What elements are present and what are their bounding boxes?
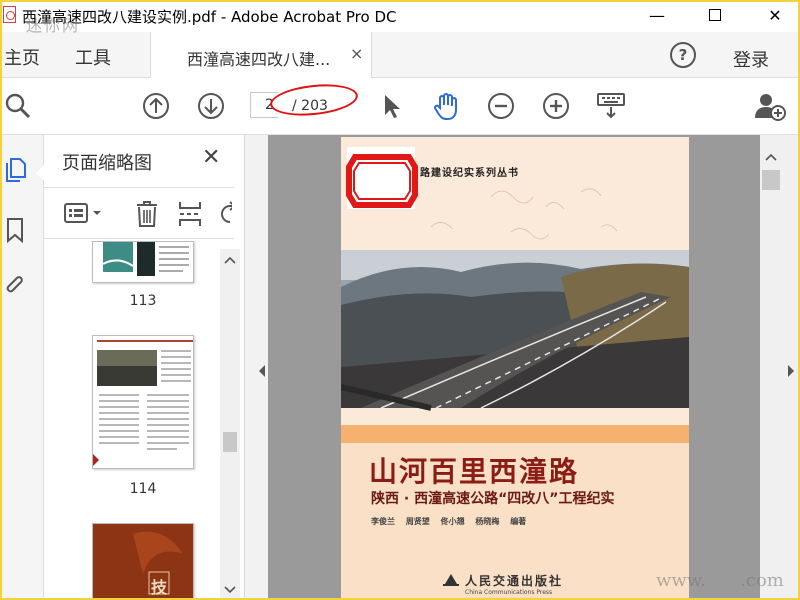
keyboard-tool-button[interactable] xyxy=(595,90,627,122)
thumbnail-image xyxy=(102,242,189,276)
add-user-button[interactable] xyxy=(754,90,786,122)
thumbnail-text: 技 xyxy=(151,578,168,597)
title-bar: 西潼高速四改八建设实例.pdf - Adobe Acrobat Pro DC —… xyxy=(0,0,800,32)
extract-pages-icon xyxy=(179,202,201,226)
thumbnail-options-button[interactable] xyxy=(64,200,104,226)
search-icon xyxy=(5,93,31,119)
publisher-name: 人民交通出版社 xyxy=(465,574,564,588)
previous-page-button[interactable] xyxy=(140,90,172,122)
login-button[interactable]: 登录 xyxy=(733,46,769,72)
hand-tool-button[interactable] xyxy=(430,90,462,122)
trash-icon xyxy=(137,201,157,227)
tab-document-label: 西潼高速四改八建... xyxy=(187,50,331,69)
maximize-icon xyxy=(709,9,721,21)
thumbnail-panel: 页面缩略图 ✕ 113 114 技 xyxy=(44,135,244,600)
arrow-up-circle-icon xyxy=(143,93,169,119)
add-user-icon xyxy=(755,94,786,121)
hand-icon xyxy=(434,93,457,120)
panel-splitter[interactable] xyxy=(244,135,268,600)
watermark-text: www. .com xyxy=(656,570,784,591)
scroll-up-icon[interactable] xyxy=(220,253,240,267)
cursor-arrow-icon xyxy=(385,95,400,118)
author-role: 编著 xyxy=(510,517,527,526)
thumbnail-image xyxy=(93,340,193,466)
scroll-up-icon[interactable] xyxy=(762,150,780,164)
pdf-page[interactable]: 路建设纪实系列丛书 山河百里西潼路 陕西 · 西潼高速公路“四改八”工程纪实 李… xyxy=(341,137,689,600)
author-name: 周贤望 xyxy=(405,517,430,526)
tab-document[interactable]: 西潼高速四改八建... × xyxy=(150,32,372,79)
rotate-icon xyxy=(221,201,232,223)
rail-selection-caret xyxy=(36,165,44,181)
panel-title: 页面缩略图 xyxy=(62,153,152,174)
publisher-name-en: China Communications Press xyxy=(465,589,553,596)
page-thumbnail-115[interactable]: 技 xyxy=(92,523,194,600)
cover-subtitle: 陕西 · 西潼高速公路“四改八”工程纪实 xyxy=(371,491,615,507)
search-button[interactable] xyxy=(2,90,34,122)
page-thumbnail-113[interactable] xyxy=(92,241,194,283)
rotate-page-button[interactable] xyxy=(218,200,232,226)
thumbnail-scrollbar[interactable] xyxy=(220,249,240,600)
scroll-down-icon[interactable] xyxy=(220,583,240,597)
keyboard-icon xyxy=(597,93,625,119)
cover-authors: 李俊兰 周贤望 佟小翘 杨晓梅 编著 xyxy=(371,516,526,527)
document-scrollbar[interactable] xyxy=(762,148,780,600)
tab-close-icon[interactable]: × xyxy=(350,44,363,63)
tab-bar: 主页 工具 西潼高速四改八建... × ? 登录 xyxy=(0,32,800,79)
panel-close-icon[interactable]: ✕ xyxy=(202,145,220,170)
extract-page-button[interactable] xyxy=(178,200,202,226)
panel-toolbar xyxy=(44,187,234,239)
attachments-tab[interactable] xyxy=(4,273,26,297)
author-name: 杨晓梅 xyxy=(475,517,500,526)
minimize-button[interactable]: — xyxy=(634,0,680,30)
zoom-out-icon xyxy=(488,93,514,119)
thumbnail-scrollbar-thumb[interactable] xyxy=(223,432,237,452)
thumbnail-label: 114 xyxy=(129,481,157,497)
close-window-button[interactable]: ✕ xyxy=(752,0,798,30)
page-thumbnails-tab[interactable] xyxy=(4,157,26,182)
expand-right-icon[interactable] xyxy=(784,361,800,381)
thumbnail-image xyxy=(93,524,193,600)
page-thumbnail-114[interactable] xyxy=(92,335,194,469)
delete-page-button[interactable] xyxy=(135,200,159,227)
zoom-in-icon xyxy=(543,93,569,119)
next-page-button[interactable] xyxy=(195,90,227,122)
bookmark-icon xyxy=(7,218,23,244)
author-name: 李俊兰 xyxy=(371,517,395,526)
zoom-in-button[interactable] xyxy=(540,90,572,122)
thumbnail-list: 113 114 技 xyxy=(44,241,220,600)
red-stamp-seal xyxy=(346,154,418,208)
left-rail xyxy=(0,135,44,600)
tab-home[interactable]: 主页 xyxy=(4,44,40,70)
help-icon[interactable]: ? xyxy=(670,42,696,68)
cover-series: 路建设纪实系列丛书 xyxy=(420,168,519,179)
document-scrollbar-thumb[interactable] xyxy=(762,170,780,190)
maximize-button[interactable] xyxy=(692,0,738,30)
select-tool-button[interactable] xyxy=(375,90,407,122)
acrobat-app-icon xyxy=(3,6,16,23)
pages-icon xyxy=(6,158,26,182)
toolbar: 2 / 203 xyxy=(0,78,800,135)
paperclip-icon xyxy=(6,276,23,293)
watermark-text: 迷你网 xyxy=(26,16,81,35)
tab-tools[interactable]: 工具 xyxy=(75,44,111,70)
author-name: 佟小翘 xyxy=(440,517,465,526)
bookmarks-tab[interactable] xyxy=(4,217,26,244)
zoom-out-button[interactable] xyxy=(485,90,517,122)
thumbnail-label: 113 xyxy=(129,293,157,309)
arrow-down-circle-icon xyxy=(198,93,224,119)
cover-title: 山河百里西潼路 xyxy=(369,455,580,488)
options-menu-icon xyxy=(64,203,101,223)
